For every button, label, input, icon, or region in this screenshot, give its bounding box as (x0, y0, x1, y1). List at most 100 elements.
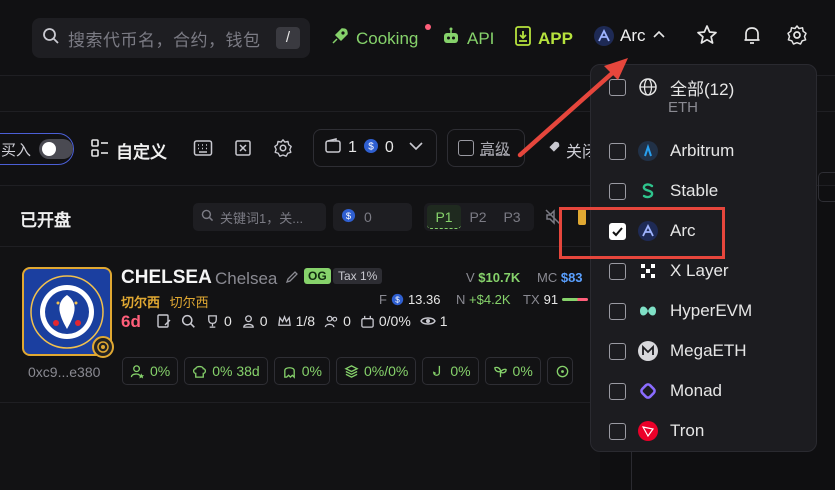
favorites-button[interactable] (694, 24, 720, 50)
wallet-count: 1 (348, 139, 357, 156)
notifications-button[interactable] (739, 24, 765, 50)
hyperevm-logo-icon (638, 301, 658, 321)
layout-grid-icon (90, 138, 110, 163)
nav-label: Cooking (356, 28, 419, 48)
custom-label: 自定义 (116, 143, 167, 162)
clear-box-icon (234, 139, 252, 162)
amount-value: 0 (364, 209, 372, 225)
chef-hat-icon (193, 365, 207, 378)
chip-value: 0% (512, 363, 533, 379)
chain-option-label: 全部(12) (670, 79, 735, 99)
og-badge: OG (304, 268, 331, 284)
stat-devs: 0 (241, 313, 268, 329)
chain-checkbox[interactable] (609, 262, 626, 280)
bundles-value: 0/0% (378, 313, 411, 329)
advanced-checkbox[interactable] (458, 140, 474, 156)
doc-edit-icon[interactable] (156, 313, 172, 329)
chip-phishing[interactable]: 0% (484, 357, 541, 385)
tx-value: 91 (543, 292, 559, 307)
ghost-icon (283, 366, 295, 379)
search-icon (201, 209, 214, 225)
custom-layout-button[interactable]: 自定义 (90, 138, 167, 163)
devs-value: 0 (259, 313, 268, 329)
net-metric: N +$4.2K (456, 292, 511, 307)
chain-checkbox[interactable] (609, 342, 626, 360)
megaeth-logo-icon (638, 341, 658, 361)
buy-toggle[interactable]: 买入 (0, 133, 74, 165)
stat-holders: 0 (205, 313, 232, 329)
amount-input[interactable]: $ 0 (333, 203, 412, 231)
bundle-icon (361, 315, 374, 328)
token-chips: 0% 0% 38d 0% 0%/0% 0% 0% (122, 357, 573, 385)
stat-views: 1 (419, 313, 448, 329)
trophy-icon (208, 314, 217, 328)
token-name[interactable]: CHELSEA (121, 267, 212, 289)
preset-tabs: P1 P2 P3 (424, 203, 534, 231)
chain-option-tron[interactable]: Tron (591, 411, 816, 451)
search-icon[interactable] (181, 314, 196, 329)
right-panel-edge (818, 172, 835, 202)
token-address[interactable]: 0xc9...e380 (28, 364, 100, 380)
section-divider (0, 246, 600, 247)
chain-option-stable[interactable]: Stable (591, 171, 816, 211)
bell-icon (741, 24, 763, 51)
search-box[interactable]: 搜索代币名，合约，钱包 / (32, 18, 310, 58)
coin-icon: $ (391, 293, 404, 306)
row-separator (0, 402, 600, 403)
volume-value: $10.7K (478, 270, 521, 285)
stat-top: 1/8 (277, 313, 315, 329)
chain-checkbox[interactable] (609, 382, 626, 400)
token-name-zh-primary: 切尔西 (121, 295, 161, 310)
chain-checkbox[interactable] (609, 422, 626, 440)
chip-top10[interactable]: 0% (122, 357, 179, 385)
chip-insiders[interactable]: 0% (422, 357, 479, 385)
toolbar-settings-button[interactable] (272, 138, 294, 161)
chain-option-megaeth[interactable]: MegaETH (591, 331, 816, 371)
keyword-filter-input[interactable]: 关键词1，关... (193, 203, 326, 231)
stat-bundles: 0/0% (360, 313, 411, 329)
chain-option-label: Stable (670, 181, 719, 200)
preset-tab-p1[interactable]: P1 (427, 205, 461, 229)
robot-icon (441, 26, 461, 51)
preset-tab-p3[interactable]: P3 (495, 209, 529, 225)
platform-logo-icon (97, 341, 109, 353)
clear-button[interactable] (232, 139, 254, 161)
user-star-icon (130, 364, 145, 379)
coin-count: 0 (384, 139, 394, 156)
chip-snipers[interactable]: 0% (273, 357, 330, 385)
chip-target[interactable] (546, 357, 573, 385)
gear-icon (786, 24, 808, 51)
net-value: +$4.2K (469, 292, 511, 307)
token-name-zh: 切尔西 切尔西 (121, 292, 209, 311)
nav-api[interactable]: API (441, 26, 494, 51)
target-icon (556, 365, 569, 377)
chain-option-hyperevm[interactable]: HyperEVM (591, 291, 816, 331)
chip-bundles[interactable]: 0%/0% (335, 357, 417, 385)
chip-dev[interactable]: 0% 38d (184, 357, 268, 385)
fee-label: F (379, 292, 387, 307)
mc-metric: MC $83 (537, 270, 583, 285)
monad-logo-icon (638, 381, 658, 401)
keyboard-button[interactable] (192, 139, 214, 161)
chain-option-label: ETH (668, 101, 698, 115)
coin-icon: $ (363, 138, 379, 159)
chef-icon (242, 314, 254, 328)
chip-value: 0% 38d (212, 363, 260, 379)
chain-checkbox[interactable] (609, 182, 626, 200)
chain-option-monad[interactable]: Monad (591, 371, 816, 411)
nav-cooking[interactable]: Cooking (330, 24, 431, 51)
notification-dot (425, 24, 431, 30)
keyword-placeholder: 关键词1，关... (220, 210, 304, 226)
toggle-switch[interactable] (39, 139, 73, 159)
chain-option-label: MegaETH (670, 341, 747, 360)
section-title: 已开盘 (20, 211, 71, 230)
preset-tab-p2[interactable]: P2 (461, 209, 495, 225)
edit-icon[interactable] (285, 270, 299, 289)
annotation-highlight-box (559, 207, 725, 259)
wallet-icon (324, 137, 342, 160)
chain-checkbox[interactable] (609, 302, 626, 320)
column-divider (631, 452, 632, 490)
chain-option-label: X Layer (670, 261, 729, 280)
wallet-selector[interactable]: 1 $ 0 (313, 129, 437, 167)
settings-button[interactable] (784, 24, 810, 50)
